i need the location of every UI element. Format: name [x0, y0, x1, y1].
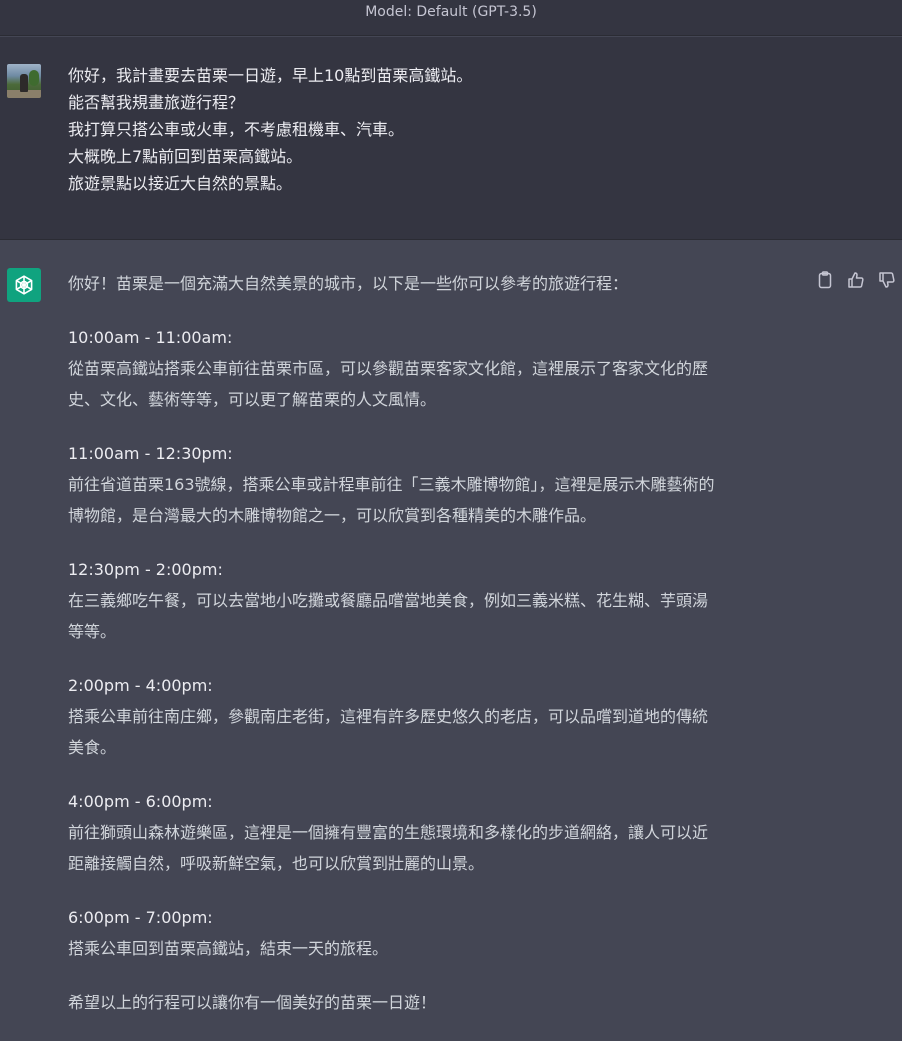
itinerary-desc-line: 搭乘公車前往南庄鄉，參觀南庄老街，這裡有許多歷史悠久的老店，可以品嚐到道地的傳統	[68, 707, 709, 726]
itinerary-item: 4:00pm - 6:00pm: 前往獅頭山森林遊樂區，這裡是一個擁有豐富的生態…	[68, 786, 808, 879]
user-line: 我打算只搭公車或火車，不考慮租機車、汽車。	[68, 120, 405, 139]
itinerary-desc-line: 美食。	[68, 738, 117, 757]
assistant-answer: 你好！苗栗是一個充滿大自然美景的城市，以下是一些你可以參考的旅遊行程： 10:0…	[68, 268, 808, 1041]
itinerary-time: 12:30pm - 2:00pm:	[68, 560, 223, 579]
itinerary-desc-line: 在三義鄉吃午餐，可以去當地小吃攤或餐廳品嚐當地美食，例如三義米糕、花生糊、芋頭湯	[68, 591, 709, 610]
assistant-message: 你好！苗栗是一個充滿大自然美景的城市，以下是一些你可以參考的旅遊行程： 10:0…	[0, 240, 902, 1023]
itinerary-time: 4:00pm - 6:00pm:	[68, 792, 213, 811]
itinerary-time: 11:00am - 12:30pm:	[68, 444, 233, 463]
openai-logo-icon	[15, 275, 33, 295]
assistant-avatar	[7, 268, 41, 302]
itinerary-item: 11:00am - 12:30pm: 前往省道苗栗163號線，搭乘公車或計程車前…	[68, 438, 808, 531]
user-avatar	[7, 64, 41, 98]
user-line: 大概晚上7點前回到苗栗高鐵站。	[68, 147, 303, 166]
itinerary-desc-line: 史、文化、藝術等等，可以更了解苗栗的人文風情。	[68, 390, 437, 409]
itinerary-desc-line: 前往獅頭山森林遊樂區，這裡是一個擁有豐富的生態環境和多樣化的步道網絡，讓人可以近	[68, 823, 709, 842]
itinerary-item: 2:00pm - 4:00pm: 搭乘公車前往南庄鄉，參觀南庄老街，這裡有許多歷…	[68, 670, 808, 763]
model-label: Model: Default (GPT-3.5)	[365, 4, 537, 20]
user-message: 你好，我計畫要去苗栗一日遊，早上10點到苗栗高鐵站。 能否幫我規畫旅遊行程？ 我…	[0, 37, 902, 240]
itinerary-desc-line: 博物館，是台灣最大的木雕博物館之一，可以欣賞到各種精美的木雕作品。	[68, 506, 597, 525]
thumbs-up-icon	[848, 272, 864, 288]
thumbs-down-icon	[879, 272, 895, 288]
copy-button[interactable]	[815, 270, 835, 290]
user-line: 你好，我計畫要去苗栗一日遊，早上10點到苗栗高鐵站。	[68, 66, 473, 85]
itinerary-desc-line: 前往省道苗栗163號線，搭乘公車或計程車前往「三義木雕博物館」，這裡是展示木雕藝…	[68, 475, 715, 494]
itinerary-desc-line: 從苗栗高鐵站搭乘公車前往苗栗市區，可以參觀苗栗客家文化館，這裡展示了客家文化的歷	[68, 359, 709, 378]
clipboard-icon	[818, 271, 832, 289]
model-header: Model: Default (GPT-3.5)	[0, 0, 902, 36]
dislike-button[interactable]	[877, 270, 897, 290]
user-line: 能否幫我規畫旅遊行程？	[68, 93, 245, 112]
user-message-text: 你好，我計畫要去苗栗一日遊，早上10點到苗栗高鐵站。 能否幫我規畫旅遊行程？ 我…	[68, 62, 868, 197]
itinerary-desc-line: 距離接觸自然，呼吸新鮮空氣，也可以欣賞到壯麗的山景。	[68, 854, 485, 873]
itinerary-time: 2:00pm - 4:00pm:	[68, 676, 213, 695]
answer-closing: 希望以上的行程可以讓你有一個美好的苗栗一日遊！	[68, 993, 437, 1012]
itinerary-item: 10:00am - 11:00am: 從苗栗高鐵站搭乘公車前往苗栗市區，可以參觀…	[68, 322, 808, 415]
message-actions	[815, 270, 899, 292]
itinerary-desc-line: 搭乘公車回到苗栗高鐵站，結束一天的旅程。	[68, 939, 389, 958]
itinerary-item: 12:30pm - 2:00pm: 在三義鄉吃午餐，可以去當地小吃攤或餐廳品嚐當…	[68, 554, 808, 647]
user-line: 旅遊景點以接近大自然的景點。	[68, 174, 293, 193]
itinerary-time: 6:00pm - 7:00pm:	[68, 908, 213, 927]
itinerary-item: 6:00pm - 7:00pm: 搭乘公車回到苗栗高鐵站，結束一天的旅程。	[68, 902, 808, 964]
like-button[interactable]	[846, 270, 866, 290]
answer-intro: 你好！苗栗是一個充滿大自然美景的城市，以下是一些你可以參考的旅遊行程：	[68, 274, 629, 293]
itinerary-desc-line: 等等。	[68, 622, 117, 641]
itinerary-time: 10:00am - 11:00am:	[68, 328, 233, 347]
